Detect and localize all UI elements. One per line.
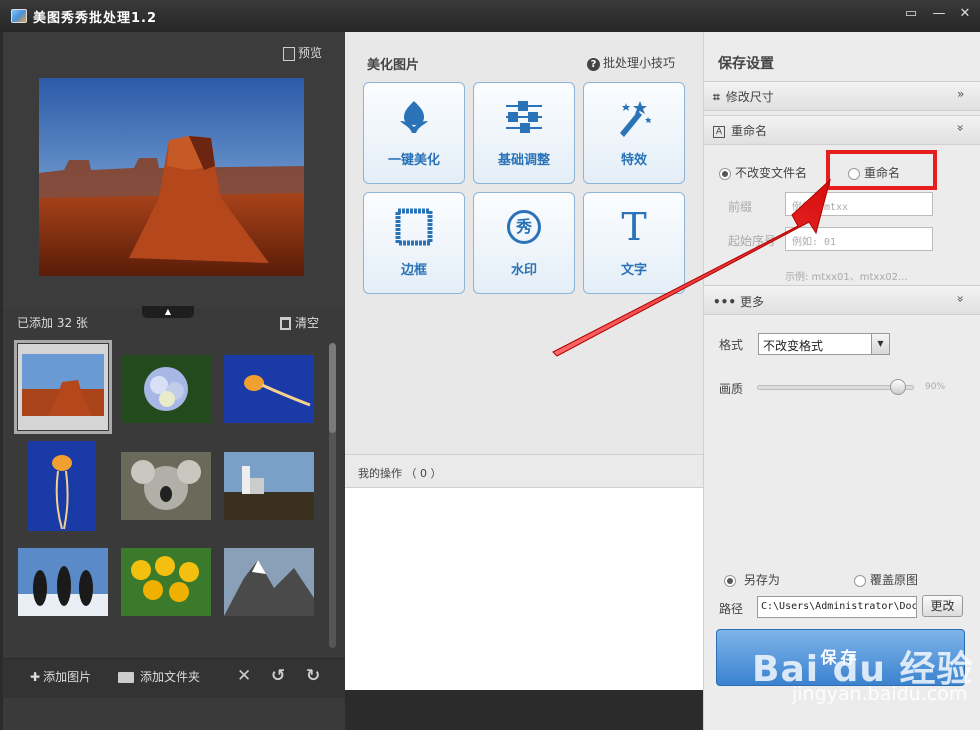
format-label: 格式 xyxy=(719,338,744,352)
start-number-label: 起始序号 xyxy=(728,234,777,248)
add-folder-button[interactable]: 添加文件夹 xyxy=(118,668,200,685)
watermark-xiu-icon: 秀 xyxy=(474,207,574,247)
save-as-label: 另存为 xyxy=(743,573,780,587)
collapse-preview-button[interactable]: ▲ xyxy=(142,306,194,318)
prefix-label: 前缀 xyxy=(728,200,753,214)
baidu-watermark-url: jingyan.baidu.com xyxy=(792,683,968,705)
preview-icon xyxy=(283,46,295,61)
rotate-right-icon[interactable]: ↻ xyxy=(306,666,320,686)
my-operations-label: 我的操作 （ 0 ） xyxy=(358,467,442,480)
add-image-label: 添加图片 xyxy=(43,670,92,684)
rename-example: 示例: mtxx01、mtxx02... xyxy=(785,272,908,283)
highlight-box xyxy=(826,150,937,190)
app-title: 美图秀秀批处理1.2 xyxy=(33,11,158,26)
tool-one-click-beautify[interactable]: 一键美化 xyxy=(363,82,465,184)
more-section: ••• 更多 xyxy=(713,293,764,310)
expand-chevron-icon[interactable]: » xyxy=(957,87,964,101)
quality-label: 画质 xyxy=(719,382,744,396)
overwrite-radio[interactable]: 覆盖原图 xyxy=(854,571,918,588)
thumbnail[interactable] xyxy=(121,548,211,616)
preview-image xyxy=(39,78,304,276)
rotate-left-icon[interactable]: ↺ xyxy=(271,666,285,686)
plus-icon: ✚ xyxy=(30,670,41,684)
thumbnail[interactable] xyxy=(14,340,112,434)
add-image-button[interactable]: ✚ 添加图片 xyxy=(30,668,91,685)
dropdown-arrow-icon[interactable]: ▼ xyxy=(871,334,889,354)
tool-watermark[interactable]: 秀 水印 xyxy=(473,192,575,294)
tool-text[interactable]: T 文字 xyxy=(583,192,685,294)
trash-icon xyxy=(280,317,291,330)
sliders-icon xyxy=(474,97,574,137)
preview-label: 预览 xyxy=(298,46,323,60)
text-glyph: T xyxy=(621,205,647,249)
question-icon: ? xyxy=(587,58,600,71)
resize-section: ⌗ 修改尺寸 xyxy=(713,88,774,105)
thumbnail[interactable] xyxy=(224,452,314,520)
tool-label: 一键美化 xyxy=(387,153,440,168)
preview-button[interactable]: 预览 xyxy=(283,44,322,61)
tool-frame[interactable]: 边框 xyxy=(363,192,465,294)
tool-label: 基础调整 xyxy=(497,153,550,168)
tool-special-effects[interactable]: 特效 xyxy=(583,82,685,184)
thumbnail[interactable] xyxy=(121,452,211,520)
save-settings-title: 保存设置 xyxy=(718,56,774,72)
thumbnail[interactable] xyxy=(224,548,314,616)
crop-icon: ⌗ xyxy=(713,90,720,104)
collapse-chevron-icon[interactable]: » xyxy=(954,124,968,131)
path-label: 路径 xyxy=(719,602,744,616)
change-path-button[interactable]: 更改 xyxy=(922,595,963,617)
resize-label: 修改尺寸 xyxy=(725,90,774,104)
prefix-field[interactable]: 例如: mtxx xyxy=(785,192,933,216)
rename-a-icon: A xyxy=(713,125,725,138)
start-number-field[interactable]: 例如: 01 xyxy=(785,227,933,251)
tool-label: 文字 xyxy=(620,263,647,278)
clear-label: 清空 xyxy=(295,316,320,330)
tool-basic-adjust[interactable]: 基础调整 xyxy=(473,82,575,184)
thumbnail[interactable] xyxy=(28,441,96,531)
add-folder-label: 添加文件夹 xyxy=(140,670,201,684)
my-operations-list xyxy=(345,488,703,690)
keep-filename-radio[interactable]: 不改变文件名 xyxy=(719,164,807,181)
thumbnail[interactable] xyxy=(18,548,108,616)
frame-icon xyxy=(364,207,464,247)
save-as-radio[interactable]: 另存为 xyxy=(724,571,780,588)
tulip-icon xyxy=(364,97,464,137)
thumbnail[interactable] xyxy=(121,355,211,423)
radio-selected-icon xyxy=(719,167,731,180)
more-label: 更多 xyxy=(740,295,765,309)
magic-wand-icon xyxy=(584,97,684,137)
app-icon xyxy=(11,9,27,23)
scrollbar-thumb[interactable] xyxy=(329,343,336,433)
rename-section: A 重命名 xyxy=(713,122,767,139)
more-dots-icon: ••• xyxy=(713,295,737,309)
text-t-icon: T xyxy=(584,207,684,247)
tips-label: 批处理小技巧 xyxy=(603,56,676,70)
thumbnail[interactable] xyxy=(224,355,314,423)
close-button[interactable]: ✕ xyxy=(954,4,976,24)
beautify-title: 美化图片 xyxy=(367,58,420,73)
rename-label: 重命名 xyxy=(731,124,768,138)
watermark-glyph: 秀 xyxy=(507,210,541,244)
radio-unselected-icon xyxy=(854,574,866,587)
delete-icon[interactable]: ✕ xyxy=(237,666,251,686)
added-count: 已添加 32 张 xyxy=(17,316,88,330)
batch-tips-link[interactable]: ? 批处理小技巧 xyxy=(587,54,675,71)
radio-selected-icon xyxy=(724,574,736,587)
quality-value: 90% xyxy=(925,382,946,392)
tool-label: 水印 xyxy=(510,263,537,278)
tool-label: 特效 xyxy=(620,153,647,168)
path-input[interactable]: C:\Users\Administrator\Documents xyxy=(757,596,917,618)
overwrite-label: 覆盖原图 xyxy=(870,573,919,587)
folder-icon xyxy=(118,672,134,683)
clear-button[interactable]: 清空 xyxy=(280,314,319,331)
feedback-icon[interactable]: ▭ xyxy=(900,4,922,24)
collapse-chevron-icon[interactable]: » xyxy=(954,295,968,302)
keep-filename-label: 不改变文件名 xyxy=(735,166,808,180)
minimize-button[interactable]: — xyxy=(928,4,950,24)
tool-label: 边框 xyxy=(400,263,427,278)
